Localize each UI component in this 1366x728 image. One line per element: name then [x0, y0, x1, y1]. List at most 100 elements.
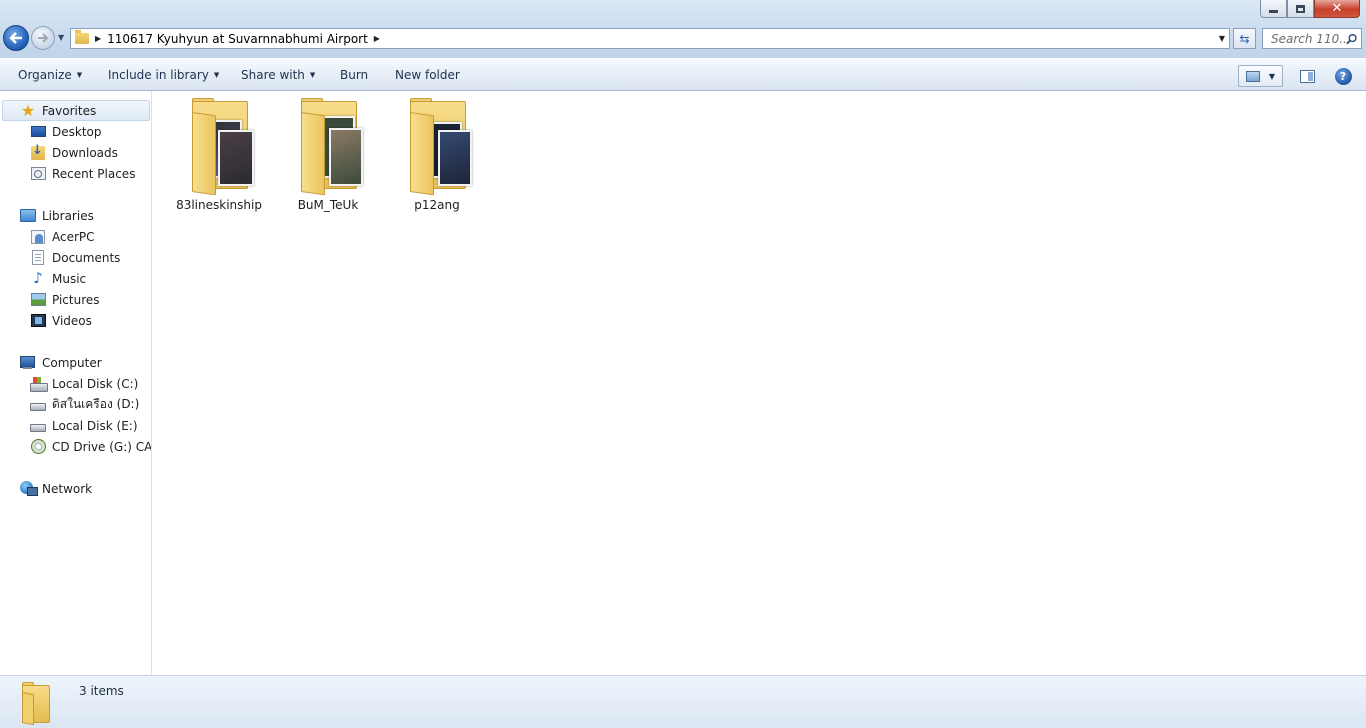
refresh-button[interactable]: ⇆: [1233, 28, 1256, 49]
nav-recent-places-label: Recent Places: [52, 166, 136, 181]
chevron-down-icon: ▼: [76, 71, 83, 79]
nav-documents[interactable]: Documents: [0, 247, 120, 268]
breadcrumb-chevron-icon[interactable]: ▶: [95, 34, 101, 43]
star-icon: ★: [20, 100, 36, 120]
nav-downloads-label: Downloads: [52, 145, 118, 160]
nav-cd-drive-g-label: CD Drive (G:) CAT (: [52, 439, 152, 454]
nav-network-label: Network: [42, 481, 93, 496]
folder-name: BuM_TeUk: [297, 198, 359, 212]
nav-libraries-label: Libraries: [42, 208, 94, 223]
nav-cd-drive-g[interactable]: CD Drive (G:) CAT (: [0, 436, 152, 457]
search-input[interactable]: Search 110...: [1262, 28, 1362, 49]
hard-drive-icon: [30, 397, 46, 413]
burn-button[interactable]: Burn: [340, 68, 368, 82]
folder-item[interactable]: p12ang: [387, 98, 487, 216]
recent-places-icon: [30, 166, 46, 182]
nav-videos[interactable]: Videos: [0, 310, 92, 331]
window-controls: ✕: [1260, 0, 1360, 18]
folder-name: 83lineskinship: [176, 198, 262, 212]
share-with-label: Share with: [241, 68, 305, 82]
arrow-right-icon: [38, 33, 49, 43]
network-icon: [20, 481, 38, 497]
minimize-icon: [1269, 10, 1278, 13]
breadcrumb-chevron-icon[interactable]: ▶: [374, 34, 380, 43]
breadcrumb-current-folder[interactable]: 110617 Kyuhyun at Suvarnnabhumi Airport: [107, 32, 368, 46]
folder-icon: [75, 30, 89, 44]
nav-pictures-label: Pictures: [52, 292, 100, 307]
address-history-dropdown-icon[interactable]: ▼: [1219, 34, 1225, 43]
folder-thumbnail-icon: [396, 98, 478, 196]
nav-documents-label: Documents: [52, 250, 121, 265]
nav-acerpc[interactable]: AcerPC: [0, 226, 95, 247]
nav-favorites-label: Favorites: [42, 103, 97, 118]
folder-name: p12ang: [414, 198, 460, 212]
include-in-library-label: Include in library: [108, 68, 209, 82]
nav-recent-places[interactable]: Recent Places: [0, 163, 135, 184]
close-button[interactable]: ✕: [1314, 0, 1360, 18]
nav-local-disk-e-label: Local Disk (E:): [52, 418, 138, 433]
include-in-library-button[interactable]: Include in library ▼: [108, 68, 219, 82]
back-button[interactable]: [3, 25, 29, 51]
arrow-left-icon: [9, 32, 22, 44]
libraries-icon: [20, 208, 36, 224]
maximize-icon: [1296, 4, 1305, 13]
nav-videos-label: Videos: [52, 313, 92, 328]
nav-computer-label: Computer: [42, 355, 102, 370]
nav-local-disk-c-label: Local Disk (C:): [52, 376, 139, 391]
nav-local-disk-c[interactable]: Local Disk (C:): [0, 373, 138, 394]
nav-disk-d[interactable]: ดิสในเครือง (D:): [0, 394, 139, 415]
nav-pictures[interactable]: Pictures: [0, 289, 100, 310]
chevron-down-icon: ▼: [213, 71, 220, 79]
help-icon: ?: [1334, 67, 1352, 85]
nav-computer[interactable]: Computer: [0, 352, 102, 373]
chevron-down-icon: ▼: [309, 71, 316, 79]
pictures-icon: [30, 292, 46, 308]
folder-item[interactable]: BuM_TeUk: [278, 98, 378, 216]
nav-music[interactable]: ♪ Music: [0, 268, 86, 289]
file-list[interactable]: 83lineskinship BuM_TeUk p12ang: [153, 91, 1366, 675]
refresh-icon: ⇆: [1239, 31, 1250, 46]
address-bar[interactable]: ▶ 110617 Kyuhyun at Suvarnnabhumi Airpor…: [70, 28, 1230, 49]
organize-label: Organize: [18, 68, 72, 82]
nav-libraries[interactable]: Libraries: [0, 205, 94, 226]
share-with-button[interactable]: Share with ▼: [241, 68, 315, 82]
forward-button[interactable]: [31, 26, 55, 50]
organize-button[interactable]: Organize ▼: [18, 68, 82, 82]
search-placeholder: Search 110...: [1271, 31, 1346, 46]
folder-item[interactable]: 83lineskinship: [169, 98, 269, 216]
nav-acerpc-label: AcerPC: [52, 229, 95, 244]
hard-drive-icon: [30, 418, 46, 434]
cd-drive-icon: [30, 439, 46, 455]
nav-desktop-label: Desktop: [52, 124, 102, 139]
downloads-icon: [30, 143, 46, 161]
minimize-button[interactable]: [1260, 0, 1287, 18]
nav-disk-d-label: ดิสในเครือง (D:): [52, 397, 140, 411]
close-icon: ✕: [1331, 1, 1343, 16]
folder-thumbnail-icon: [178, 98, 260, 196]
chevron-down-icon[interactable]: ▼: [1269, 72, 1275, 81]
nav-music-label: Music: [52, 271, 87, 286]
music-icon: ♪: [33, 269, 43, 287]
change-view-button[interactable]: ▼: [1238, 65, 1283, 87]
nav-downloads[interactable]: Downloads: [0, 142, 118, 163]
command-bar: Organize ▼ Include in library ▼ Share with…: [0, 58, 1366, 91]
nav-desktop[interactable]: Desktop: [0, 121, 102, 142]
folder-icon: [20, 682, 54, 726]
maximize-button[interactable]: [1287, 0, 1314, 18]
nav-local-disk-e[interactable]: Local Disk (E:): [0, 415, 138, 436]
preview-pane-icon: [1299, 69, 1315, 83]
user-library-icon: [30, 229, 46, 245]
preview-pane-button[interactable]: [1296, 65, 1318, 87]
item-count: 3 items: [79, 684, 124, 698]
folder-thumbnail-icon: [287, 98, 369, 196]
new-folder-button[interactable]: New folder: [395, 68, 460, 82]
desktop-icon: [30, 124, 46, 140]
details-pane: 3 items: [0, 675, 1366, 728]
nav-favorites[interactable]: ★ Favorites: [2, 100, 150, 121]
search-icon: [1346, 33, 1357, 44]
navigation-pane: ★ Favorites Desktop Downloads Recent Pla…: [0, 91, 152, 675]
documents-icon: [30, 250, 46, 266]
recent-pages-dropdown[interactable]: ▼: [58, 33, 64, 42]
nav-network[interactable]: Network: [0, 478, 92, 499]
help-button[interactable]: ?: [1332, 65, 1354, 87]
